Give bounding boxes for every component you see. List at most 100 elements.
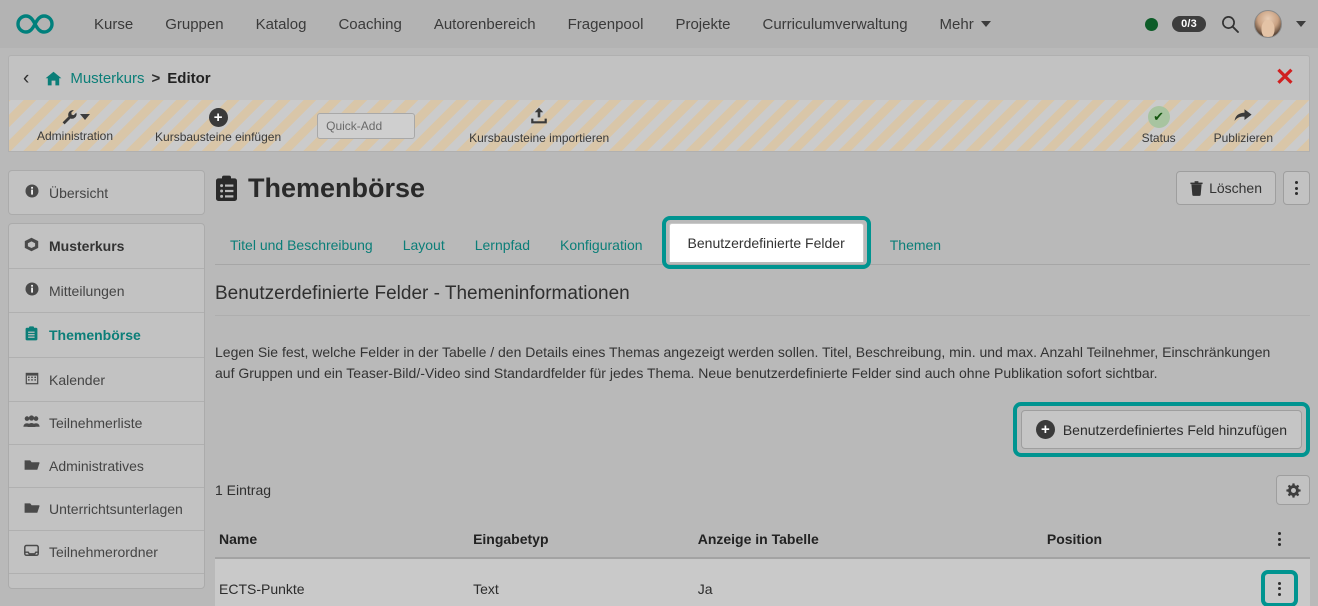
- sidebar-item-teilnehmerordner[interactable]: Teilnehmerordner: [9, 531, 204, 574]
- tab-lernpfad[interactable]: Lernpfad: [460, 226, 545, 264]
- clipboard-icon: [23, 326, 40, 344]
- toolbar-insert-elements-button[interactable]: + Kursbausteine einfügen: [145, 108, 291, 144]
- upload-icon: [530, 107, 548, 128]
- table-toolbar: 1 Eintrag: [215, 473, 1310, 507]
- plus-circle-icon: +: [1036, 420, 1055, 439]
- sidebar-item-teilnehmerliste[interactable]: Teilnehmerliste: [9, 402, 204, 445]
- quick-add-input[interactable]: [317, 113, 415, 139]
- search-icon[interactable]: [1220, 14, 1240, 34]
- sidebar-item-musterkurs-label: Musterkurs: [49, 238, 124, 254]
- nav-item-autorenbereich[interactable]: Autorenbereich: [418, 10, 552, 39]
- breadcrumb-course-link[interactable]: Musterkurs: [70, 70, 144, 87]
- tab-konfiguration[interactable]: Konfiguration: [545, 226, 658, 264]
- nav-item-coaching[interactable]: Coaching: [322, 10, 417, 39]
- tab-layout[interactable]: Layout: [388, 226, 460, 264]
- nav-right-cluster: 0/3: [1145, 0, 1306, 48]
- breadcrumb-current: Editor: [167, 70, 210, 87]
- add-custom-field-button[interactable]: + Benutzerdefiniertes Feld hinzufügen: [1021, 410, 1302, 449]
- add-field-highlight: + Benutzerdefiniertes Feld hinzufügen: [1013, 402, 1310, 457]
- avatar-chevron-down-icon[interactable]: [1296, 21, 1306, 27]
- entry-count-label: 1 Eintrag: [215, 482, 271, 498]
- sidebar-item-themenboerse[interactable]: Themenbörse: [9, 313, 204, 358]
- folder-open-icon: [23, 458, 40, 474]
- tab-titel-und-beschreibung[interactable]: Titel und Beschreibung: [215, 226, 388, 264]
- back-chevron-left-icon[interactable]: ‹: [23, 69, 29, 88]
- table-column-menu-icon[interactable]: [1249, 532, 1310, 546]
- column-header-name[interactable]: Name: [215, 523, 473, 558]
- nav-item-fragenpool[interactable]: Fragenpool: [552, 10, 660, 39]
- toolbar-status-button[interactable]: ✔ Status: [1132, 106, 1186, 145]
- column-header-actions[interactable]: [1249, 523, 1310, 558]
- sidebar-item-kalender-label: Kalender: [49, 372, 105, 388]
- tab-benutzerdefinierte-felder[interactable]: Benutzerdefinierte Felder: [662, 216, 871, 269]
- breadcrumb-separator: >: [152, 70, 161, 87]
- table-body: ECTS-Punkte Text Ja: [215, 558, 1310, 606]
- app-root: Kurse Gruppen Katalog Coaching Autorenbe…: [0, 0, 1318, 606]
- sidebar-item-teilnehmerordner-label: Teilnehmerordner: [49, 544, 158, 560]
- toolbar-administration-button[interactable]: Administration: [27, 109, 123, 143]
- section-description: Legen Sie fest, welche Felder in der Tab…: [215, 316, 1290, 384]
- sidebar-item-uebersicht[interactable]: Übersicht: [9, 171, 204, 214]
- nav-item-mehr[interactable]: Mehr: [924, 10, 1007, 39]
- editor-toolbar: Administration + Kursbausteine einfügen …: [8, 100, 1310, 152]
- nav-item-kurse[interactable]: Kurse: [78, 10, 149, 39]
- nav-item-mehr-label: Mehr: [940, 16, 974, 33]
- table-row[interactable]: ECTS-Punkte Text Ja: [215, 558, 1310, 606]
- sidebar-item-mitteilungen[interactable]: Mitteilungen: [9, 269, 204, 313]
- column-header-position[interactable]: Position: [1047, 523, 1249, 558]
- info-icon: [23, 184, 40, 201]
- people-icon: [23, 415, 40, 431]
- nav-item-katalog[interactable]: Katalog: [240, 10, 323, 39]
- nav-item-gruppen[interactable]: Gruppen: [149, 10, 239, 39]
- toolbar-publish-button[interactable]: Publizieren: [1204, 107, 1283, 145]
- inbox-icon: [23, 544, 40, 560]
- cell-anzeige-in-tabelle: Ja: [698, 558, 1047, 606]
- delete-button-label: Löschen: [1209, 180, 1262, 196]
- sidebar-item-mitteilungen-label: Mitteilungen: [49, 283, 125, 299]
- sidebar-item-kalender[interactable]: Kalender: [9, 358, 204, 402]
- main-content: Themenbörse Löschen: [215, 165, 1310, 606]
- task-count-badge[interactable]: 0/3: [1172, 16, 1206, 32]
- nav-item-projekte[interactable]: Projekte: [659, 10, 746, 39]
- arrow-forward-icon: [1233, 107, 1253, 128]
- infinity-logo[interactable]: [14, 12, 56, 36]
- delete-button[interactable]: Löschen: [1176, 171, 1276, 205]
- info-icon: [23, 282, 40, 299]
- sidebar-item-unterrichtsunterlagen[interactable]: Unterrichtsunterlagen: [9, 488, 204, 531]
- user-avatar[interactable]: [1254, 10, 1282, 38]
- nav-item-curriculumverwaltung[interactable]: Curriculumverwaltung: [746, 10, 923, 39]
- kebab-menu-icon: [1295, 181, 1298, 195]
- column-header-anzeige-in-tabelle[interactable]: Anzeige in Tabelle: [698, 523, 1047, 558]
- main-nav-items: Kurse Gruppen Katalog Coaching Autorenbe…: [78, 10, 1007, 39]
- custom-fields-table: Name Eingabetyp Anzeige in Tabelle Posit…: [215, 523, 1310, 606]
- toolbar-status-label: Status: [1142, 131, 1176, 145]
- tab-benutzerdefinierte-felder-label: Benutzerdefinierte Felder: [669, 223, 864, 262]
- check-circle-icon: ✔: [1148, 106, 1170, 128]
- toolbar-import-elements-button[interactable]: Kursbausteine importieren: [459, 107, 619, 145]
- folder-open-icon: [23, 501, 40, 517]
- home-icon[interactable]: [45, 71, 62, 86]
- sidebar-overview-card: Übersicht: [8, 170, 205, 215]
- cube-icon: [23, 237, 40, 255]
- plus-circle-icon: +: [209, 108, 228, 127]
- sidebar-course-tree-card: Musterkurs Mitteilungen: [8, 223, 205, 589]
- sidebar-item-partial[interactable]: [9, 574, 204, 588]
- sidebar-item-themenboerse-label: Themenbörse: [49, 327, 141, 343]
- breadcrumb-bar: ‹ Musterkurs > Editor ✕: [8, 55, 1310, 100]
- gear-icon: [1286, 483, 1301, 498]
- trash-icon: [1190, 181, 1203, 196]
- table-settings-button[interactable]: [1276, 475, 1310, 505]
- page-more-menu-button[interactable]: [1283, 171, 1310, 205]
- sidebar-item-administratives[interactable]: Administratives: [9, 445, 204, 488]
- status-indicator-dot: [1145, 18, 1158, 31]
- column-header-eingabetyp[interactable]: Eingabetyp: [473, 523, 698, 558]
- sidebar-item-unterrichtsunterlagen-label: Unterrichtsunterlagen: [49, 501, 183, 517]
- top-navigation-bar: Kurse Gruppen Katalog Coaching Autorenbe…: [0, 0, 1318, 48]
- row-actions-menu-button[interactable]: [1261, 570, 1298, 606]
- sidebar-item-musterkurs[interactable]: Musterkurs: [9, 224, 204, 269]
- tab-themen[interactable]: Themen: [875, 226, 956, 264]
- close-icon[interactable]: ✕: [1275, 66, 1295, 90]
- content-tabs: Titel und Beschreibung Layout Lernpfad K…: [215, 221, 1310, 265]
- page-actions: Löschen: [1176, 171, 1310, 205]
- clipboard-icon: [215, 175, 238, 202]
